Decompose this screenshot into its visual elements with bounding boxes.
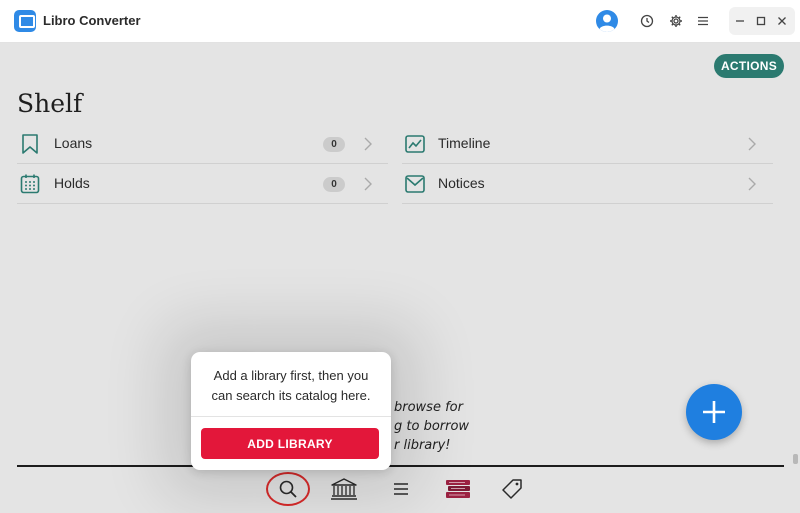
empty-state-text-line: browse for (394, 400, 463, 415)
count-badge: 0 (323, 137, 345, 152)
empty-state-text-line: r library! (394, 438, 451, 453)
page-title: Shelf (17, 89, 83, 118)
app-title: Libro Converter (43, 13, 141, 28)
history-icon[interactable] (638, 12, 656, 30)
add-library-popup: Add a library first, then you can search… (191, 352, 391, 470)
minimize-icon[interactable] (731, 12, 749, 30)
add-fab-button[interactable] (686, 384, 742, 440)
trend-chart-icon (404, 133, 426, 155)
row-label: Notices (438, 175, 485, 191)
library-building-icon[interactable] (327, 474, 361, 504)
menu-icon[interactable] (694, 12, 712, 30)
shelf-row-notices[interactable]: Notices (402, 164, 773, 204)
window-controls (729, 7, 795, 35)
divider (17, 465, 784, 467)
shelf-row-timeline[interactable]: Timeline (402, 124, 773, 164)
add-library-button[interactable]: ADD LIBRARY (201, 428, 379, 459)
row-label: Timeline (438, 135, 491, 151)
user-avatar-icon[interactable] (596, 10, 618, 32)
chevron-right-icon (747, 136, 757, 152)
chevron-right-icon (747, 176, 757, 192)
menu-lines-icon[interactable] (384, 474, 418, 504)
shelf-row-holds[interactable]: Holds 0 (17, 164, 388, 204)
gear-icon[interactable] (667, 12, 685, 30)
close-icon[interactable] (773, 12, 791, 30)
actions-button[interactable]: ACTIONS (714, 54, 784, 78)
plus-icon (703, 401, 725, 423)
shelf-row-loans[interactable]: Loans 0 (17, 124, 388, 164)
popup-divider (191, 416, 391, 417)
envelope-icon (404, 173, 426, 195)
chevron-right-icon (363, 176, 373, 192)
empty-state-text-line: g to borrow (394, 419, 470, 434)
calendar-icon (19, 173, 41, 195)
tag-icon[interactable] (495, 474, 529, 504)
maximize-icon[interactable] (752, 12, 770, 30)
row-label: Holds (54, 175, 90, 191)
app-logo (14, 10, 36, 32)
title-bar: Libro Converter (0, 0, 800, 43)
row-label: Loans (54, 135, 93, 151)
search-icon[interactable] (271, 474, 305, 504)
chevron-right-icon (363, 136, 373, 152)
books-stack-icon[interactable] (441, 474, 475, 504)
popup-message: Add a library first, then you can search… (211, 368, 371, 403)
bookmark-icon (19, 133, 41, 155)
count-badge: 0 (323, 177, 345, 192)
scrollbar-thumb[interactable] (793, 454, 798, 464)
